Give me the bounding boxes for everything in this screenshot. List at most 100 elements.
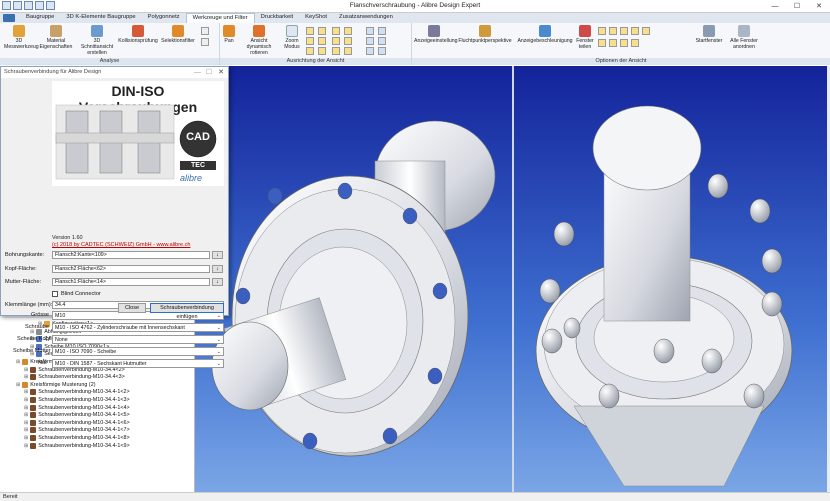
wireframe-view-icon[interactable]	[609, 27, 617, 35]
view-previous-icon[interactable]	[344, 47, 352, 55]
view-fit-icon[interactable]	[344, 37, 352, 45]
view-dimetric-icon[interactable]	[332, 37, 340, 45]
schraube-label: Schraube	[25, 324, 49, 330]
transparency-view-icon[interactable]	[631, 39, 639, 47]
arrange-windows-button[interactable]: Alle Fenster anordnen	[726, 25, 762, 50]
tab-baugruppe[interactable]: Baugruppe	[20, 13, 60, 23]
view-right-icon[interactable]	[318, 27, 326, 35]
app-window: Flanschverschraubung - Alibre Design Exp…	[0, 0, 830, 501]
blind-connector-checkbox[interactable]	[52, 291, 58, 297]
insert-bolt-connection-button[interactable]: Schraubenverbindung einfügen	[150, 303, 224, 320]
scheibe-mutter-select[interactable]: M10 - ISO 7090 - Scheibe ⌄	[52, 347, 224, 356]
nut-value: M10 - DIN 1587 - Sechskant Hutmutter	[55, 361, 147, 367]
group-analyse: 3D Messwerkzeug Material Eigenschaften 3…	[0, 23, 220, 65]
viewport-right[interactable]	[514, 66, 827, 492]
start-window-button[interactable]: Startfenster	[694, 25, 724, 44]
selection-filter-button[interactable]: Selektionsfilter	[160, 25, 196, 44]
kopfflaeche-field[interactable]: Flansch2:Fläche<62>	[52, 265, 210, 273]
silhouette-view-icon[interactable]	[642, 27, 650, 35]
measure-tool-button[interactable]: 3D Messwerkzeug	[4, 25, 39, 50]
tab-polygonnetz[interactable]: Polygonnetz	[142, 13, 186, 23]
rotate-icon	[253, 25, 265, 37]
tree-node-icon	[30, 374, 37, 381]
tree-item-label: Schraubenverbindung-M10-34.4-1<9>	[38, 442, 130, 449]
view-top-icon[interactable]	[318, 37, 326, 45]
display-settings-button[interactable]: Anzeigeeinstellung	[414, 25, 458, 44]
view-left-icon[interactable]	[306, 47, 314, 55]
view-arrow-up-icon[interactable]	[366, 47, 374, 55]
dialog-maximize-icon[interactable]: ☐	[206, 67, 212, 78]
kopfflaeche-pick-button[interactable]: ↓	[212, 265, 223, 273]
scheibe-kopf-label: Scheibe Kopf	[17, 336, 51, 342]
minimize-icon[interactable]: —	[764, 0, 786, 12]
tab-zusatzanwendungen[interactable]: Zusatzanwendungen	[333, 13, 399, 23]
dialog-close-icon[interactable]: ✕	[218, 67, 224, 78]
pan-button[interactable]: Pan	[222, 25, 236, 44]
scheibe-kopf-select[interactable]: None ⌄	[52, 335, 224, 344]
light-view-icon[interactable]	[598, 39, 606, 47]
close-icon[interactable]: ✕	[808, 0, 830, 12]
tab-druckbarkeit[interactable]: Druckbarkeit	[255, 13, 300, 23]
section-view-button[interactable]: 3D Schnittansicht erstellen	[78, 25, 116, 56]
view-arrow-down-icon[interactable]	[378, 47, 386, 55]
groesse-value: M10	[55, 313, 66, 319]
close-button[interactable]: Close	[118, 303, 146, 313]
schraube-select[interactable]: M10 - ISO 4762 - Zylinderschraube mit In…	[52, 323, 224, 332]
view-bottom-icon[interactable]	[318, 47, 326, 55]
tree-expand-icon[interactable]: ⊞	[16, 358, 20, 366]
chevron-down-icon: ⌄	[216, 349, 221, 355]
ruler-icon	[13, 25, 25, 37]
view-trimetric-icon[interactable]	[332, 47, 340, 55]
view-front-icon[interactable]	[306, 27, 314, 35]
tree-expand-icon[interactable]: ⊞	[24, 442, 28, 450]
view-rotate-90-icon[interactable]	[366, 27, 374, 35]
nut-select[interactable]: M10 - DIN 1587 - Sechskant Hutmutter ⌄	[52, 359, 224, 368]
collision-icon	[132, 25, 144, 37]
view-back-icon[interactable]	[306, 37, 314, 45]
bohrungskante-field[interactable]: Flansch2:Kante<109>	[52, 251, 210, 259]
split-window-button[interactable]: Fenster teilen	[576, 25, 594, 50]
tree-node-icon	[30, 366, 37, 373]
collision-check-button[interactable]: Kollisionsprüfung	[118, 25, 158, 44]
tab-3d-k-elemente[interactable]: 3D K-Elemente Baugruppe	[60, 13, 141, 23]
tree-node-icon	[30, 389, 37, 396]
view-flip-icon[interactable]	[378, 27, 386, 35]
maximize-icon[interactable]: ☐	[786, 0, 808, 12]
shaded-view-icon[interactable]	[598, 27, 606, 35]
tree-item[interactable]: ⊞ Schraubenverbindung-M10-34.4-1<9>	[24, 442, 130, 450]
view-arrow-left-icon[interactable]	[366, 37, 374, 45]
texture-view-icon[interactable]	[620, 39, 628, 47]
file-menu-icon[interactable]	[3, 14, 15, 22]
bohrungskante-pick-button[interactable]: ↓	[212, 251, 223, 259]
zoom-mode-button[interactable]: Zoom Modus	[282, 25, 302, 50]
view-normal-icon[interactable]	[344, 27, 352, 35]
tree-expand-icon[interactable]: ⊞	[16, 381, 20, 389]
version-label: Version 1.60	[52, 235, 83, 241]
display-icon	[428, 25, 440, 37]
rotate-view-button[interactable]: Ansicht dynamisch rotieren	[238, 25, 280, 56]
nut-label: Nut	[38, 360, 47, 366]
perspective-button[interactable]: Fluchtpunktperspektive	[456, 25, 514, 44]
mutterflaeche-pick-button[interactable]: ↓	[212, 278, 223, 286]
chevron-down-icon: ⌄	[216, 337, 221, 343]
tab-werkzeuge-und-filter[interactable]: Werkzeuge und Filter	[185, 13, 255, 23]
hidden-lines-icon[interactable]	[620, 27, 628, 35]
window-title: Flanschverschraubung - Alibre Design Exp…	[349, 2, 481, 9]
shadow-view-icon[interactable]	[609, 39, 617, 47]
bolt-connection-dialog: Schraubenverbindung für Alibre Design — …	[0, 66, 229, 368]
group-ausrichtung: Pan Ansicht dynamisch rotieren Zoom Modu…	[220, 23, 412, 65]
filter-clear-icon[interactable]	[201, 38, 209, 46]
viewport-left[interactable]	[195, 66, 512, 492]
display-acceleration-button[interactable]: Anzeigebeschleunigung	[516, 25, 574, 44]
dialog-minimize-icon[interactable]: —	[194, 67, 201, 78]
view-iso-icon[interactable]	[332, 27, 340, 35]
material-properties-button[interactable]: Material Eigenschaften	[38, 25, 74, 50]
arrange-windows-icon	[738, 25, 750, 37]
mutterflaeche-field[interactable]: Flansch1:Fläche<14>	[52, 278, 210, 286]
copyright-link[interactable]: (c) 2018 by CADTEC (SCHWEIZ) GmbH - www.…	[52, 242, 190, 248]
tab-keyshot[interactable]: KeyShot	[299, 13, 333, 23]
edges-view-icon[interactable]	[631, 27, 639, 35]
dialog-banner: DIN-ISO Verschraubungen CAD TEC alibre	[52, 81, 224, 186]
filter-options-icon[interactable]	[201, 27, 209, 35]
view-arrow-right-icon[interactable]	[378, 37, 386, 45]
